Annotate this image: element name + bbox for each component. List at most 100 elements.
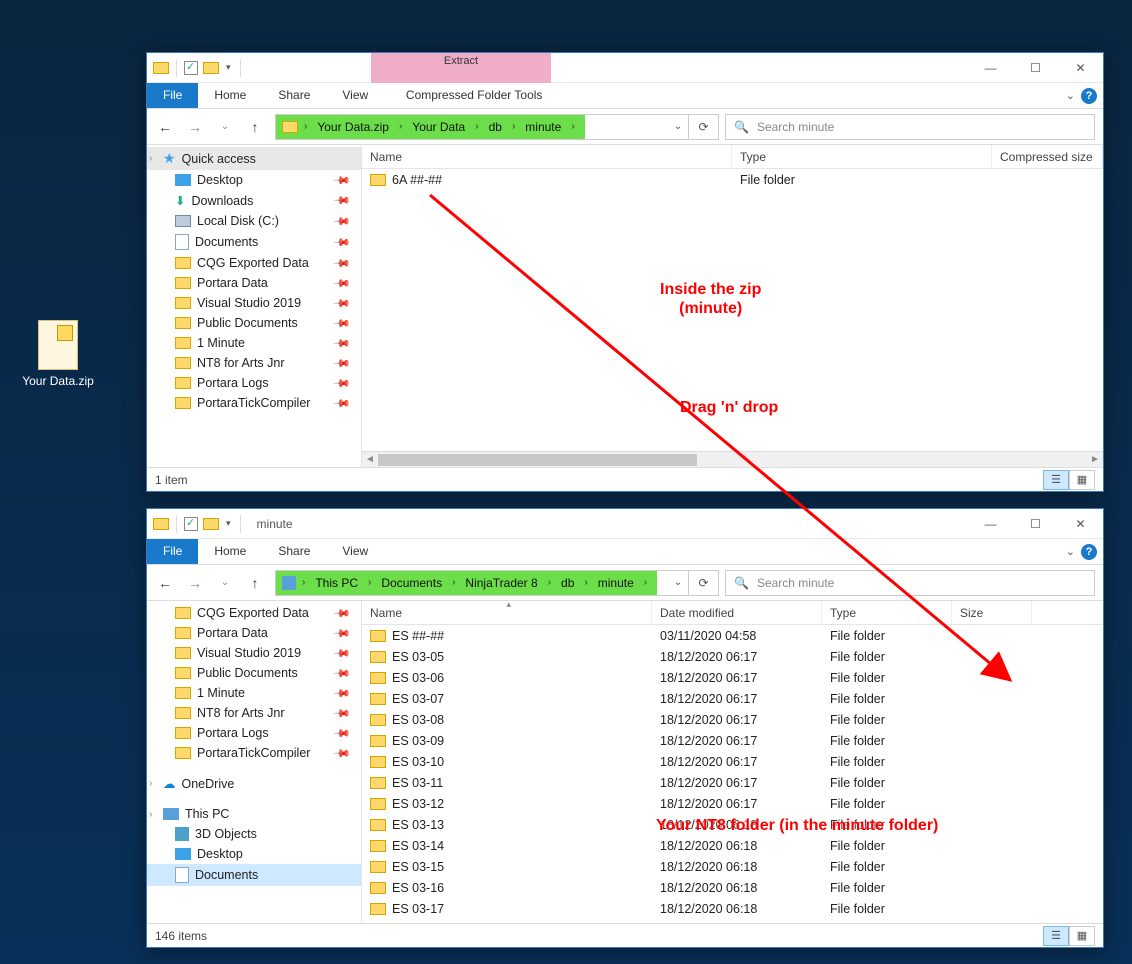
table-row[interactable]: ES 03-0518/12/2020 06:17File folder <box>362 646 1103 667</box>
table-row[interactable]: ES 03-1618/12/2020 06:18File folder <box>362 877 1103 898</box>
breadcrumb-segment[interactable]: Your Data <box>408 120 469 134</box>
chevron-icon[interactable]: › <box>149 809 152 820</box>
tab-view[interactable]: View <box>326 83 384 108</box>
table-row[interactable]: ES 03-0718/12/2020 06:17File folder <box>362 688 1103 709</box>
table-row[interactable]: ES 03-0618/12/2020 06:17File folder <box>362 667 1103 688</box>
new-folder-qat-icon[interactable] <box>203 62 219 74</box>
titlebar[interactable]: ▾ Extract minute — ☐ ✕ <box>147 53 1103 83</box>
table-row[interactable]: ES 03-0818/12/2020 06:17File folder <box>362 709 1103 730</box>
col-name[interactable]: Name▴ <box>362 601 652 624</box>
tab-home[interactable]: Home <box>198 83 262 108</box>
help-icon[interactable]: ? <box>1081 544 1097 560</box>
sidebar-item[interactable]: Public Documents📌 <box>147 313 361 333</box>
sidebar-item[interactable]: ›☁OneDrive <box>147 773 361 794</box>
sidebar-item[interactable]: 3D Objects <box>147 824 361 844</box>
sidebar-item[interactable]: Documents <box>147 864 361 886</box>
close-button[interactable]: ✕ <box>1058 53 1103 82</box>
sidebar-item[interactable]: PortaraTickCompiler📌 <box>147 743 361 763</box>
maximize-button[interactable]: ☐ <box>1013 53 1058 82</box>
tab-share[interactable]: Share <box>262 539 326 564</box>
maximize-button[interactable]: ☐ <box>1013 509 1058 538</box>
close-button[interactable]: ✕ <box>1058 509 1103 538</box>
table-row[interactable]: ES 03-1718/12/2020 06:18File folder <box>362 898 1103 919</box>
sidebar-item[interactable]: CQG Exported Data📌 <box>147 253 361 273</box>
breadcrumb-segment[interactable]: db <box>485 120 506 134</box>
table-row[interactable]: ES ##-##03/11/2020 04:58File folder <box>362 625 1103 646</box>
col-name[interactable]: Name <box>362 145 732 168</box>
sidebar-item[interactable]: 1 Minute📌 <box>147 683 361 703</box>
nav-forward-button[interactable]: → <box>181 113 209 141</box>
file-list[interactable]: 6A ##-##File folder <box>362 169 1103 451</box>
desktop-zip-file[interactable]: Your Data.zip <box>18 320 98 388</box>
properties-qat-icon[interactable] <box>184 517 198 531</box>
thumbnails-view-button[interactable]: ▦ <box>1069 926 1095 946</box>
chevron-icon[interactable]: › <box>149 778 152 789</box>
search-input[interactable]: 🔍 Search minute <box>725 114 1095 140</box>
search-input[interactable]: 🔍 Search minute <box>725 570 1095 596</box>
tab-file[interactable]: File <box>147 83 198 108</box>
sidebar-item[interactable]: Portara Data📌 <box>147 623 361 643</box>
navigation-pane[interactable]: ›★Quick accessDesktop📌⬇Downloads📌Local D… <box>147 145 362 467</box>
col-compressed[interactable]: Compressed size <box>992 145 1103 168</box>
table-row[interactable]: ES 03-1518/12/2020 06:18File folder <box>362 856 1103 877</box>
sidebar-item[interactable]: CQG Exported Data📌 <box>147 603 361 623</box>
nav-back-button[interactable]: ← <box>151 113 179 141</box>
sidebar-item[interactable]: NT8 for Arts Jnr📌 <box>147 353 361 373</box>
nav-back-button[interactable]: ← <box>151 569 179 597</box>
breadcrumb-segment[interactable]: minute <box>594 576 638 590</box>
breadcrumb-segment[interactable]: Your Data.zip <box>313 120 393 134</box>
nav-up-button[interactable]: ↑ <box>241 113 269 141</box>
sidebar-item[interactable]: Local Disk (C:)📌 <box>147 211 361 231</box>
thumbnails-view-button[interactable]: ▦ <box>1069 470 1095 490</box>
sidebar-item[interactable]: Documents📌 <box>147 231 361 253</box>
qat-dropdown-icon[interactable]: ▾ <box>226 518 231 529</box>
column-headers[interactable]: Name Type Compressed size <box>362 145 1103 169</box>
file-list[interactable]: ES ##-##03/11/2020 04:58File folderES 03… <box>362 625 1103 923</box>
horizontal-scrollbar[interactable]: ◄► <box>362 451 1103 467</box>
nav-up-button[interactable]: ↑ <box>241 569 269 597</box>
sidebar-item[interactable]: Visual Studio 2019📌 <box>147 643 361 663</box>
tab-compressed-tools[interactable]: Compressed Folder Tools <box>384 83 564 108</box>
table-row[interactable]: 6A ##-##File folder <box>362 169 1103 190</box>
column-headers[interactable]: Name▴ Date modified Type Size <box>362 601 1103 625</box>
details-view-button[interactable]: ☰ <box>1043 470 1069 490</box>
sidebar-item[interactable]: 1 Minute📌 <box>147 333 361 353</box>
navigation-pane[interactable]: CQG Exported Data📌Portara Data📌Visual St… <box>147 601 362 923</box>
address-bar[interactable]: › This PC›Documents›NinjaTrader 8›db›min… <box>275 570 719 596</box>
nav-recent-dropdown[interactable]: ⌄ <box>211 113 239 141</box>
minimize-button[interactable]: — <box>968 53 1013 82</box>
table-row[interactable]: ES 03-0918/12/2020 06:17File folder <box>362 730 1103 751</box>
sidebar-item[interactable]: Desktop📌 <box>147 170 361 190</box>
address-bar[interactable]: › Your Data.zip›Your Data›db›minute› ⌄ ⟳ <box>275 114 719 140</box>
help-icon[interactable]: ? <box>1081 88 1097 104</box>
col-size[interactable]: Size <box>952 601 1032 624</box>
ribbon-expand-icon[interactable]: ⌄ <box>1066 89 1075 102</box>
sidebar-item[interactable]: PortaraTickCompiler📌 <box>147 393 361 413</box>
address-dropdown-icon[interactable]: ⌄ <box>668 577 688 588</box>
nav-forward-button[interactable]: → <box>181 569 209 597</box>
sidebar-item[interactable]: ›★Quick access <box>147 147 361 170</box>
sidebar-item[interactable]: ›This PC <box>147 804 361 824</box>
table-row[interactable]: ES 03-1218/12/2020 06:17File folder <box>362 793 1103 814</box>
table-row[interactable]: ES 03-1418/12/2020 06:18File folder <box>362 835 1103 856</box>
sidebar-item[interactable]: Public Documents📌 <box>147 663 361 683</box>
titlebar[interactable]: ▾ minute — ☐ ✕ <box>147 509 1103 539</box>
tab-home[interactable]: Home <box>198 539 262 564</box>
breadcrumb-segment[interactable]: minute <box>521 120 565 134</box>
sidebar-item[interactable]: ⬇Downloads📌 <box>147 190 361 211</box>
qat-dropdown-icon[interactable]: ▾ <box>226 62 231 73</box>
breadcrumb-segment[interactable]: db <box>557 576 578 590</box>
tab-view[interactable]: View <box>326 539 384 564</box>
properties-qat-icon[interactable] <box>184 61 198 75</box>
table-row[interactable]: ES 03-1118/12/2020 06:17File folder <box>362 772 1103 793</box>
sidebar-item[interactable]: Portara Logs📌 <box>147 723 361 743</box>
sidebar-item[interactable]: NT8 for Arts Jnr📌 <box>147 703 361 723</box>
table-row[interactable]: ES 03-1318/12/2020 06:18File folder <box>362 814 1103 835</box>
breadcrumb[interactable]: › Your Data.zip›Your Data›db›minute› <box>276 115 585 139</box>
breadcrumb-segment[interactable]: NinjaTrader 8 <box>461 576 541 590</box>
ribbon-expand-icon[interactable]: ⌄ <box>1066 545 1075 558</box>
refresh-button[interactable]: ⟳ <box>688 114 718 140</box>
col-type[interactable]: Type <box>822 601 952 624</box>
breadcrumb[interactable]: › This PC›Documents›NinjaTrader 8›db›min… <box>276 571 657 595</box>
nav-recent-dropdown[interactable]: ⌄ <box>211 569 239 597</box>
